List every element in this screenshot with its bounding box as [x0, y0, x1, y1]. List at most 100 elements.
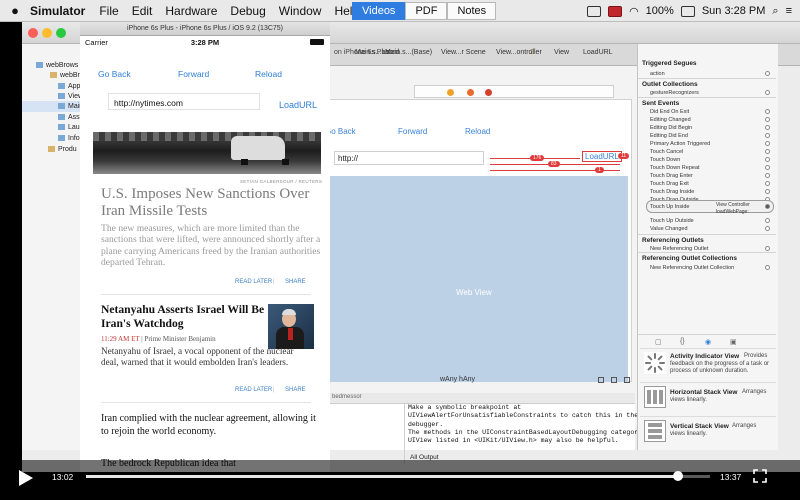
connection-circle-icon[interactable] [765, 117, 770, 122]
play-icon[interactable] [19, 470, 33, 486]
event-value-changed: Value Changed [650, 226, 688, 232]
nav-item-info-plist[interactable]: Info. [58, 135, 82, 142]
size-class-control[interactable]: wAny hAny [440, 376, 475, 383]
layout-icon[interactable] [598, 377, 604, 383]
connection-circle-icon[interactable] [765, 226, 770, 231]
constraint-badge[interactable]: 83 [548, 161, 560, 167]
console-output[interactable]: Make a symbolic breakpoint at UIViewAler… [408, 404, 654, 445]
ib-url-textfield[interactable]: http:// [334, 151, 484, 165]
connection-circle-icon[interactable] [765, 157, 770, 162]
resolve-icon[interactable] [624, 377, 630, 383]
folder-icon [50, 72, 57, 79]
go-back-button[interactable]: Go Back [98, 69, 131, 79]
wifi-icon[interactable]: ◠ [629, 5, 639, 18]
nav-item-project[interactable]: webBrows [36, 62, 78, 69]
minimize-window-icon[interactable] [42, 28, 52, 38]
breadcrumb-main-base[interactable]: Main.s...(Base) [385, 49, 432, 56]
constraint-badge[interactable]: 1 [595, 167, 604, 173]
read-later-link[interactable]: READ LATER [235, 387, 272, 393]
section-divider [638, 252, 776, 253]
zoom-window-icon[interactable] [56, 28, 66, 38]
event-primary-action: Primary Action Triggered [650, 141, 711, 147]
exit-icon[interactable] [485, 89, 492, 96]
connection-circle-icon[interactable] [765, 181, 770, 186]
connection-circle-icon[interactable] [765, 265, 770, 270]
menu-edit[interactable]: Edit [132, 4, 153, 18]
connection-circle-icon[interactable] [765, 218, 770, 223]
plist-icon [58, 135, 65, 142]
view-controller-icon[interactable] [447, 89, 454, 96]
scrubber-knob[interactable] [672, 471, 683, 481]
reload-button[interactable]: Reload [255, 69, 282, 79]
connection-circle-icon[interactable] [765, 149, 770, 154]
screen-icon[interactable] [587, 5, 602, 17]
share-link[interactable]: SHARE [285, 279, 306, 285]
elapsed-time: 13:02 [52, 472, 74, 482]
spotlight-icon[interactable]: ⌕ [772, 5, 778, 18]
read-later-link[interactable]: READ LATER [235, 279, 272, 285]
menu-debug[interactable]: Debug [230, 4, 265, 18]
article-headline[interactable]: Netanyahu Asserts Israel Will Be Iran's … [101, 303, 271, 330]
connection-circle-icon[interactable] [765, 246, 770, 251]
connection-circle-icon[interactable] [765, 90, 770, 95]
inspector-item: New Referencing Outlet Collection [650, 265, 735, 271]
menu-hardware[interactable]: Hardware [165, 4, 217, 18]
breadcrumb-loadurl[interactable]: LoadURL [583, 49, 613, 56]
nav-item-appdelegate[interactable]: Appl [58, 83, 82, 90]
media-library-icon[interactable]: ▣ [730, 338, 737, 346]
record-icon[interactable] [608, 5, 623, 17]
nav-item-products[interactable]: Produ [48, 146, 77, 153]
connection-circle-icon[interactable] [765, 165, 770, 170]
forward-button[interactable]: Forward [178, 69, 209, 79]
file-template-icon[interactable]: ▢ [655, 338, 662, 346]
inspector-item: gestureRecognizers [650, 90, 699, 96]
object-library-icon[interactable]: ◉ [705, 338, 711, 346]
code-snippet-icon[interactable]: {} [680, 338, 685, 345]
ib-web-view[interactable] [326, 176, 628, 382]
ib-loadurl-button[interactable]: LoadURL [582, 151, 622, 162]
fullscreen-icon[interactable] [753, 469, 767, 483]
connection-circle-icon[interactable] [765, 109, 770, 114]
connection-circle-icon[interactable] [765, 173, 770, 178]
constraint-badge[interactable]: 176 [530, 155, 545, 161]
connection-circle-icon[interactable] [765, 141, 770, 146]
tab-videos[interactable]: Videos [352, 2, 406, 20]
share-link[interactable]: SHARE [285, 387, 306, 393]
pin-icon[interactable] [611, 377, 617, 383]
battery-percent[interactable]: 100% [646, 5, 674, 17]
ib-reload-button[interactable]: Reload [465, 127, 490, 136]
notification-center-icon[interactable]: ≡ [786, 5, 792, 17]
connected-circle-icon[interactable] [765, 204, 770, 209]
article-thumbnail[interactable] [268, 304, 314, 349]
menu-window[interactable]: Window [279, 4, 322, 18]
article-headline[interactable]: Iran complied with the nuclear agreement… [101, 412, 321, 438]
ib-forward-button[interactable]: Forward [398, 127, 427, 136]
connection-circle-icon[interactable] [765, 189, 770, 194]
constraint-badge[interactable]: 11 [618, 153, 630, 159]
url-input[interactable]: http://nytimes.com [108, 93, 260, 110]
apple-menu-icon[interactable]: ● [0, 3, 30, 18]
clock[interactable]: Sun 3:28 PM [702, 5, 766, 17]
article-photo[interactable] [93, 132, 321, 174]
breadcrumb-view[interactable]: View [554, 49, 569, 56]
project-icon [36, 62, 43, 69]
tab-notes[interactable]: Notes [447, 2, 497, 20]
horizontal-stack-icon [644, 386, 666, 408]
connection-circle-icon[interactable] [765, 133, 770, 138]
breadcrumb-scene[interactable]: View...r Scene [441, 49, 486, 56]
tab-pdf[interactable]: PDF [405, 2, 448, 20]
menu-file[interactable]: File [99, 4, 118, 18]
first-responder-icon[interactable] [467, 89, 474, 96]
mac-menubar: ● Simulator File Edit Hardware Debug Win… [0, 0, 800, 22]
load-url-button[interactable]: LoadURL [279, 100, 317, 110]
close-window-icon[interactable] [28, 28, 38, 38]
menu-app-name[interactable]: Simulator [30, 4, 85, 18]
nav-item-label: webBrows [46, 62, 79, 69]
connection-circle-icon[interactable] [765, 71, 770, 76]
connection-circle-icon[interactable] [765, 125, 770, 130]
breadcrumb-view-controller[interactable]: View...ontroller [496, 49, 542, 56]
video-scrubber[interactable] [86, 475, 710, 478]
vertical-stack-icon [644, 420, 666, 442]
article-headline[interactable]: U.S. Imposes New Sanctions Over Iran Mis… [101, 186, 321, 220]
tie-shape [288, 328, 293, 340]
